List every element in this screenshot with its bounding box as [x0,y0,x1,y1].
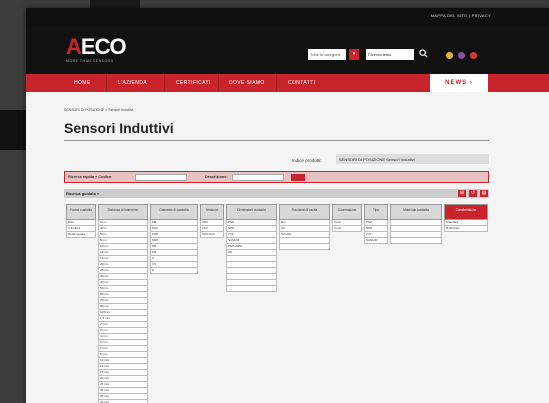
filter-option[interactable] [226,286,277,292]
news-button[interactable]: NEWS › [430,74,488,92]
main-nav: HOME L'AZIENDA CERTIFICATI DOVE SIAMO CO… [26,74,549,92]
top-bar: MAPPA DEL SITO | PRIVACY [26,8,549,26]
filter-option[interactable] [390,238,442,244]
product-index-select[interactable]: SENSORI DI POSIZIONE Sensori Induttivi [336,154,489,164]
filter-option[interactable]: NAMUR [364,238,388,244]
column-header: Distanza di intervento [98,204,148,220]
column-header: Materiale custodia [390,204,442,220]
column-header: Forma custodia [66,204,96,220]
reset-icon[interactable]: ↺ [469,190,477,197]
code-input[interactable] [135,174,187,181]
site-header: AECO MORE THAN SENSORS Tutte le categori… [26,26,549,74]
column-header: Funzione di uscita [279,204,330,220]
filter-column: Dimensioni custodia PNP NPN 2 fili NAMUR PNP+… [226,204,277,292]
column-header: Diametro di custodia [150,204,198,220]
category-select[interactable]: Tutte le categorie [308,49,346,60]
search-area: Tutte le categorie ▾ Ricerca testo [308,49,429,60]
nav-item-contatti[interactable]: CONTATTI [288,80,315,86]
guided-search-label: Ricerca guidata » [66,191,100,196]
page-title: Sensori Induttivi [64,120,174,136]
product-index-label: Indice prodotti: [292,158,322,163]
column-header: Tipo [364,204,388,220]
filter-column: Materiale custodia [390,204,442,244]
search-icon[interactable] [417,49,429,60]
code-label: Ricerca rapida » Codice: [68,175,113,179]
search-button[interactable] [291,174,305,181]
column-header: Connessione [332,204,362,220]
nav-item-dove-siamo[interactable]: DOVE SIAMO [229,80,265,86]
filter-option[interactable]: 8 [150,268,198,274]
filter-option[interactable]: Rinforzato [444,226,488,232]
printed-page: MAPPA DEL SITO | PRIVACY AECO MORE THAN … [26,8,549,403]
guided-search-bar: Ricerca guidata » ⊞ ↺ ▤ [64,189,489,198]
filter-icon[interactable]: ⊞ [458,190,466,197]
filter-option[interactable]: Rettangolare [66,232,96,238]
description-label: Descrizione: [205,175,228,179]
search-input[interactable]: Ricerca testo [366,49,414,60]
quick-search-bar: Ricerca rapida » Codice: Descrizione: [64,171,489,183]
filter-column: Tipo PNP NPN 2 fili NAMUR [364,204,388,244]
column-header: Caratteristiche [444,204,488,220]
german-flag-icon[interactable] [470,52,477,59]
filter-column: Distanza di intervento 2mm 4mm 5mm 8mm 10mm 12… [98,204,148,403]
filter-option[interactable]: Conn. [332,226,362,232]
language-flags [446,52,477,59]
filter-column: Forma custodia M12 Cilindrica Rettangolare [66,204,96,238]
column-header: Tensione [200,204,224,220]
logo-tagline: MORE THAN SENSORS [66,59,114,63]
column-header: Dimensioni custodia [226,204,277,220]
filter-column: Diametro di custodia M8 M12 M18 M30 M5 M4 3 6.5 8 [150,204,198,274]
nav-item-azienda[interactable]: L'AZIENDA [118,80,147,86]
top-links[interactable]: MAPPA DEL SITO | PRIVACY [431,13,491,18]
site-logo[interactable]: AECO [66,34,127,60]
nav-item-certificati[interactable]: CERTIFICATI [176,80,211,86]
filter-option[interactable]: VDC/VAC [200,232,224,238]
title-divider [64,140,489,141]
description-input[interactable] [232,174,284,181]
print-icon[interactable]: ▤ [480,190,488,197]
breadcrumb[interactable]: SENSORI DI POSIZIONE > Sensori Induttivi [64,108,133,112]
chevron-down-icon[interactable]: ▾ [349,49,359,60]
filter-option[interactable] [279,244,330,250]
filter-column: Connessione Cavo Conn. [332,204,362,232]
filter-column: Caratteristiche Standard Rinforzato [444,204,488,232]
english-flag-icon[interactable] [458,52,465,59]
italian-flag-icon[interactable] [446,52,453,59]
nav-item-home[interactable]: HOME [74,80,91,86]
filter-column: Tensione VDC VAC VDC/VAC [200,204,224,238]
filter-column: Funzione di uscita NO NC NO+NC [279,204,330,250]
